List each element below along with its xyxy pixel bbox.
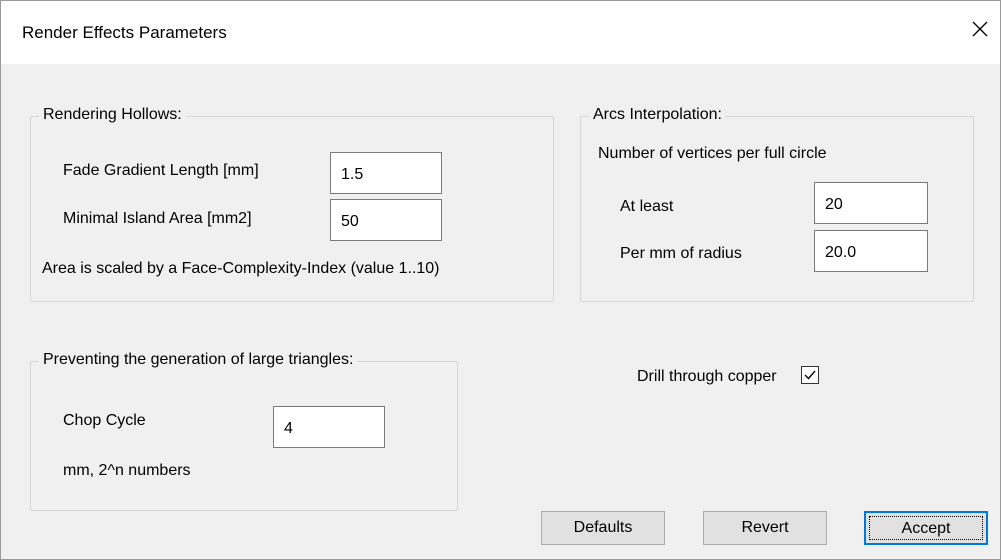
defaults-button[interactable]: Defaults — [541, 511, 665, 545]
large-triangles-group: Preventing the generation of large trian… — [30, 351, 458, 511]
checkmark-icon — [804, 370, 816, 380]
title-bar: Render Effects Parameters — [0, 0, 1001, 64]
arcs-interpolation-legend: Arcs Interpolation: — [589, 106, 726, 124]
accept-button-label: Accept — [901, 520, 951, 537]
accept-button[interactable]: Accept — [864, 511, 988, 545]
chop-cycle-note: mm, 2^n numbers — [63, 462, 191, 479]
rendering-hollows-legend: Rendering Hollows: — [39, 106, 186, 124]
chop-cycle-input[interactable] — [273, 406, 385, 448]
close-icon — [972, 21, 988, 37]
at-least-input[interactable] — [814, 182, 928, 224]
at-least-label: At least — [620, 198, 674, 215]
drill-through-copper-label: Drill through copper — [637, 368, 777, 385]
vertices-per-circle-label: Number of vertices per full circle — [598, 145, 827, 162]
fade-gradient-input[interactable] — [330, 152, 442, 194]
revert-button[interactable]: Revert — [703, 511, 827, 545]
minimal-island-label: Minimal Island Area [mm2] — [63, 210, 252, 227]
fade-gradient-label: Fade Gradient Length [mm] — [63, 162, 259, 179]
drill-through-copper-checkbox[interactable] — [801, 366, 819, 384]
area-scaling-note: Area is scaled by a Face-Complexity-Inde… — [42, 260, 440, 277]
per-mm-radius-label: Per mm of radius — [620, 245, 742, 262]
minimal-island-input[interactable] — [330, 199, 442, 241]
close-button[interactable] — [965, 14, 995, 44]
large-triangles-legend: Preventing the generation of large trian… — [39, 351, 358, 369]
chop-cycle-label: Chop Cycle — [63, 412, 146, 429]
per-mm-radius-input[interactable] — [814, 230, 928, 272]
window-title: Render Effects Parameters — [22, 23, 227, 42]
